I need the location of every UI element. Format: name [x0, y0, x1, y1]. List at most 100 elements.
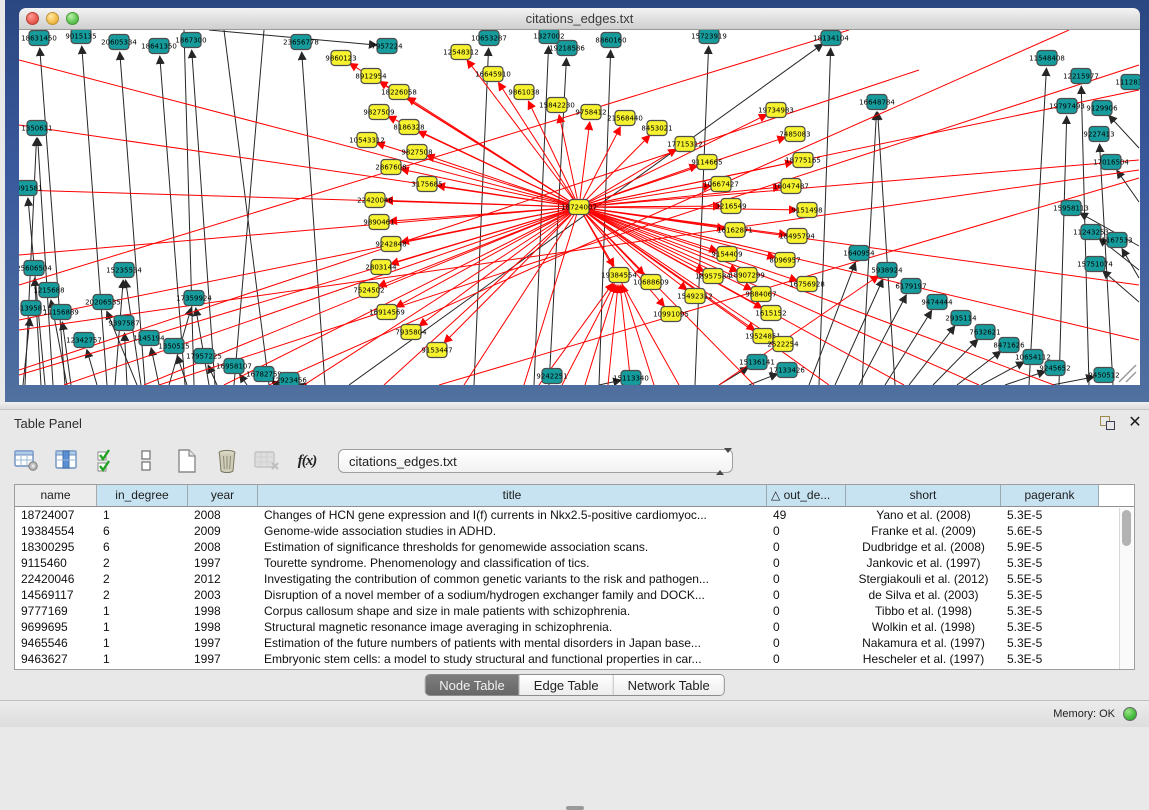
graph-node[interactable]: 19734983 [758, 103, 794, 118]
graph-node[interactable]: 18134104 [813, 31, 849, 46]
table-cell-out_de[interactable]: 0 [767, 603, 846, 619]
graph-node[interactable]: 15751074 [1077, 257, 1113, 272]
graph-node[interactable]: 9397587 [108, 316, 139, 331]
graph-node[interactable]: 9474444 [921, 295, 953, 310]
table-cell-pagerank[interactable]: 5.3E-5 [1001, 651, 1099, 667]
graph-node[interactable]: 9154409 [711, 247, 742, 262]
table-cell-out_de[interactable]: 0 [767, 619, 846, 635]
table-cell-pagerank[interactable]: 5.3E-5 [1001, 603, 1099, 619]
graph-node[interactable]: 16648784 [859, 95, 895, 110]
graph-node[interactable]: 1215688 [33, 283, 64, 298]
column-header-year[interactable]: year [188, 485, 258, 506]
graph-node[interactable]: 9245652 [1039, 361, 1070, 376]
graph-node[interactable]: 15492312 [677, 289, 713, 304]
graph-node[interactable]: 18957584 [695, 269, 731, 284]
graph-node[interactable]: 15842230 [539, 98, 575, 113]
graph-node[interactable]: 12548312 [443, 45, 479, 60]
table-cell-in_degree[interactable]: 2 [97, 571, 188, 587]
table-cell-name[interactable]: 18300295 [15, 539, 97, 555]
table-cell-pagerank[interactable]: 5.3E-5 [1001, 507, 1099, 523]
graph-node[interactable]: 10991095 [653, 307, 689, 322]
graph-node[interactable]: 15113340 [613, 371, 649, 386]
table-row[interactable]: 946554611997Estimation of the future num… [15, 635, 1134, 651]
table-cell-in_degree[interactable]: 2 [97, 555, 188, 571]
graph-node[interactable]: 1112833 [1115, 75, 1140, 90]
graph-node[interactable]: 17016504 [1093, 155, 1129, 170]
column-header-in_degree[interactable]: in_degree [97, 485, 188, 506]
table-cell-year[interactable]: 2009 [188, 523, 258, 539]
table-cell-title[interactable]: Structural magnetic resonance image aver… [258, 619, 767, 635]
close-panel-icon[interactable]: ✕ [1126, 413, 1144, 433]
table-cell-year[interactable]: 2008 [188, 539, 258, 555]
table-cell-year[interactable]: 2003 [188, 587, 258, 603]
table-cell-title[interactable]: Embryonic stem cells: a model to study s… [258, 651, 767, 667]
node-table[interactable]: namein_degreeyeartitle△ out_de...shortpa… [14, 484, 1135, 670]
scrollbar-thumb[interactable] [1122, 510, 1131, 546]
table-cell-pagerank[interactable]: 5.3E-5 [1001, 555, 1099, 571]
table-cell-short[interactable]: Franke et al. (2009) [846, 523, 1001, 539]
table-cell-name[interactable]: 9463627 [15, 651, 97, 667]
table-cell-title[interactable]: Tourette syndrome. Phenomenology and cla… [258, 555, 767, 571]
graph-node[interactable]: 15723919 [691, 30, 727, 44]
graph-node[interactable]: 18495794 [779, 229, 815, 244]
graph-node[interactable]: 9242251 [536, 369, 567, 384]
graph-node[interactable]: 10653287 [471, 31, 507, 46]
graph-node[interactable]: 12342757 [66, 333, 102, 348]
table-selector-dropdown[interactable]: citations_edges.txt [338, 449, 733, 473]
table-row[interactable]: 911546021997Tourette syndrome. Phenomeno… [15, 555, 1134, 571]
graph-node[interactable]: 3175685 [411, 177, 442, 192]
new-column-icon[interactable] [174, 448, 200, 474]
graph-node[interactable]: 2935114 [945, 311, 977, 326]
column-header-out_de[interactable]: △ out_de... [767, 485, 846, 506]
graph-node[interactable]: 1350611 [21, 121, 52, 136]
graph-node[interactable]: 1867300 [175, 33, 206, 48]
graph-node[interactable]: 15958113 [1053, 201, 1089, 216]
graph-node[interactable]: 3216549 [715, 199, 746, 214]
graph-node[interactable]: 9827508 [401, 145, 432, 160]
graph-node[interactable]: 9151498 [791, 203, 822, 218]
table-cell-in_degree[interactable]: 1 [97, 635, 188, 651]
table-cell-pagerank[interactable]: 5.3E-5 [1001, 619, 1099, 635]
graph-node[interactable]: 11548408 [1029, 51, 1065, 66]
table-cell-out_de[interactable]: 0 [767, 571, 846, 587]
table-cell-out_de[interactable]: 0 [767, 555, 846, 571]
table-cell-short[interactable]: Hescheler et al. (1997) [846, 651, 1001, 667]
table-row[interactable]: 1938455462009Genome-wide association stu… [15, 523, 1134, 539]
graph-node[interactable]: 18631450 [21, 31, 57, 46]
graph-node[interactable]: 16047487 [773, 179, 809, 194]
table-cell-name[interactable]: 18724007 [15, 507, 97, 523]
table-cell-name[interactable]: 22420046 [15, 571, 97, 587]
table-cell-in_degree[interactable]: 2 [97, 587, 188, 603]
graph-node[interactable]: 9450512 [1088, 368, 1119, 383]
table-cell-pagerank[interactable]: 5.5E-5 [1001, 571, 1099, 587]
graph-node[interactable]: 21568440 [607, 111, 643, 126]
table-cell-in_degree[interactable]: 1 [97, 619, 188, 635]
graph-node[interactable]: 7957224 [371, 39, 403, 54]
tab-edge-table[interactable]: Edge Table [520, 675, 614, 695]
table-cell-title[interactable]: Estimation of significance thresholds fo… [258, 539, 767, 555]
graph-node[interactable]: 7632621 [969, 325, 1000, 340]
table-cell-pagerank[interactable]: 5.9E-5 [1001, 539, 1099, 555]
table-row[interactable]: 969969511998Structural magnetic resonanc… [15, 619, 1134, 635]
table-cell-in_degree[interactable]: 1 [97, 603, 188, 619]
table-cell-pagerank[interactable]: 5.6E-5 [1001, 523, 1099, 539]
table-cell-short[interactable]: Stergiakouli et al. (2012) [846, 571, 1001, 587]
table-cell-out_de[interactable]: 0 [767, 651, 846, 667]
table-cell-short[interactable]: Wolkin et al. (1998) [846, 619, 1001, 635]
graph-node[interactable]: 2867608 [375, 160, 406, 175]
graph-node[interactable]: 7524502 [353, 283, 384, 298]
table-cell-year[interactable]: 1998 [188, 619, 258, 635]
table-cell-short[interactable]: Tibbo et al. (1998) [846, 603, 1001, 619]
resize-grip-icon[interactable] [1119, 365, 1136, 382]
table-cell-title[interactable]: Disruption of a novel member of a sodium… [258, 587, 767, 603]
table-cell-out_de[interactable]: 0 [767, 539, 846, 555]
table-cell-in_degree[interactable]: 6 [97, 539, 188, 555]
table-cell-out_de[interactable]: 0 [767, 523, 846, 539]
graph-node[interactable]: 6179197 [895, 279, 926, 294]
table-cell-short[interactable]: Nakamura et al. (1997) [846, 635, 1001, 651]
vertical-scrollbar[interactable] [1119, 508, 1133, 669]
table-cell-title[interactable]: Changes of HCN gene expression and I(f) … [258, 507, 767, 523]
table-cell-year[interactable]: 1997 [188, 651, 258, 667]
table-row[interactable]: 2242004622012Investigating the contribut… [15, 571, 1134, 587]
graph-node[interactable]: 12215977 [1063, 69, 1099, 84]
